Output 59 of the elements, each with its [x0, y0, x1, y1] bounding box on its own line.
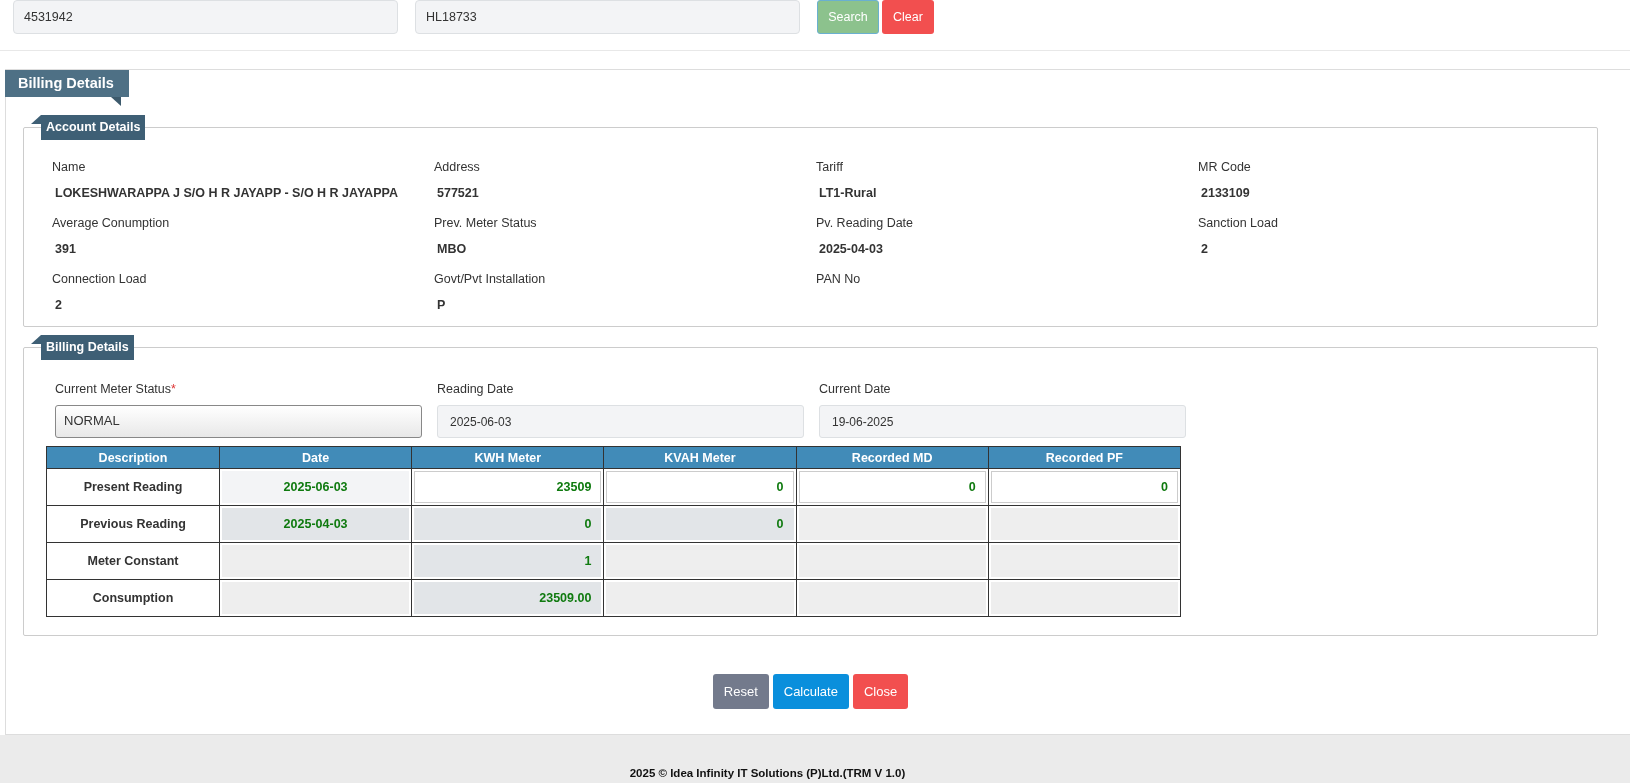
- field-label: Sanction Load: [1198, 216, 1279, 230]
- field-value: 2: [1200, 242, 1209, 256]
- field-label: Tariff: [816, 160, 844, 174]
- table-cell: 2025-04-03: [219, 505, 412, 543]
- panel-title: Billing Details: [5, 70, 129, 97]
- field-value: 577521: [436, 186, 480, 200]
- field-label: Name: [52, 160, 87, 174]
- reading-input[interactable]: 0: [603, 468, 797, 506]
- table-cell: 1: [411, 542, 604, 580]
- field-label: Address: [434, 160, 481, 174]
- row-label: Present Reading: [46, 468, 220, 506]
- field-value: 2: [54, 298, 63, 312]
- field-value: MBO: [436, 242, 468, 256]
- row-label: Previous Reading: [46, 505, 220, 543]
- column-header: Description: [46, 446, 220, 469]
- field-label: Average Conumption: [52, 216, 171, 230]
- reading-input[interactable]: 0: [796, 468, 989, 506]
- table-cell: 2025-06-03: [219, 468, 412, 506]
- field-label: PAN No: [816, 272, 862, 286]
- column-header: Recorded MD: [796, 446, 989, 469]
- section-title: Billing Details: [41, 335, 134, 360]
- field-label: Govt/Pvt Installation: [434, 272, 547, 286]
- field-label: Current Meter Status: [55, 382, 171, 396]
- field-label: Pv. Reading Date: [816, 216, 915, 230]
- field-label: Connection Load: [52, 272, 148, 286]
- section-title: Account Details: [41, 115, 146, 140]
- column-header: Recorded PF: [988, 446, 1181, 469]
- table-cell: 23509.00: [411, 579, 604, 617]
- table-cell: 0: [411, 505, 604, 543]
- reading-input[interactable]: 23509: [411, 468, 604, 506]
- field-value: 2133109: [1200, 186, 1251, 200]
- column-header: KWH Meter: [411, 446, 604, 469]
- field-value: LOKESHWARAPPA J S/O H R JAYAPP - S/O H R JAYAPPA: [54, 186, 399, 200]
- required-mark: *: [171, 382, 176, 396]
- column-header: Date: [219, 446, 412, 469]
- row-label: Consumption: [46, 579, 220, 617]
- footer-text: 2025 © Idea Infinity IT Solutions (P)Ltd.(TRM V 1.0): [629, 767, 906, 779]
- ribbon-fold: [111, 97, 121, 106]
- field-value: 2025-04-03: [818, 242, 884, 256]
- field-value: 391: [54, 242, 77, 256]
- row-label: Meter Constant: [46, 542, 220, 580]
- search-field[interactable]: 4531942: [13, 0, 398, 34]
- close-button[interactable]: Close: [852, 674, 909, 709]
- field-label: Prev. Meter Status: [434, 216, 538, 230]
- table-cell: 0: [603, 505, 797, 543]
- field-value: LT1-Rural: [818, 186, 878, 200]
- date-field: 19-06-2025: [819, 405, 1186, 438]
- clear-button[interactable]: Clear: [882, 0, 934, 34]
- calculate-button[interactable]: Calculate: [772, 674, 849, 709]
- search-field[interactable]: HL18733: [415, 0, 800, 34]
- reset-button[interactable]: Reset: [712, 674, 769, 709]
- reading-input[interactable]: 0: [988, 468, 1181, 506]
- meter-status-dropdown[interactable]: NORMAL: [55, 405, 422, 438]
- field-label: Reading Date: [437, 382, 514, 396]
- field-value: P: [436, 298, 447, 312]
- field-label: MR Code: [1198, 160, 1252, 174]
- date-field: 2025-06-03: [437, 405, 804, 438]
- field-label: Current Date: [819, 382, 891, 396]
- column-header: KVAH Meter: [603, 446, 797, 469]
